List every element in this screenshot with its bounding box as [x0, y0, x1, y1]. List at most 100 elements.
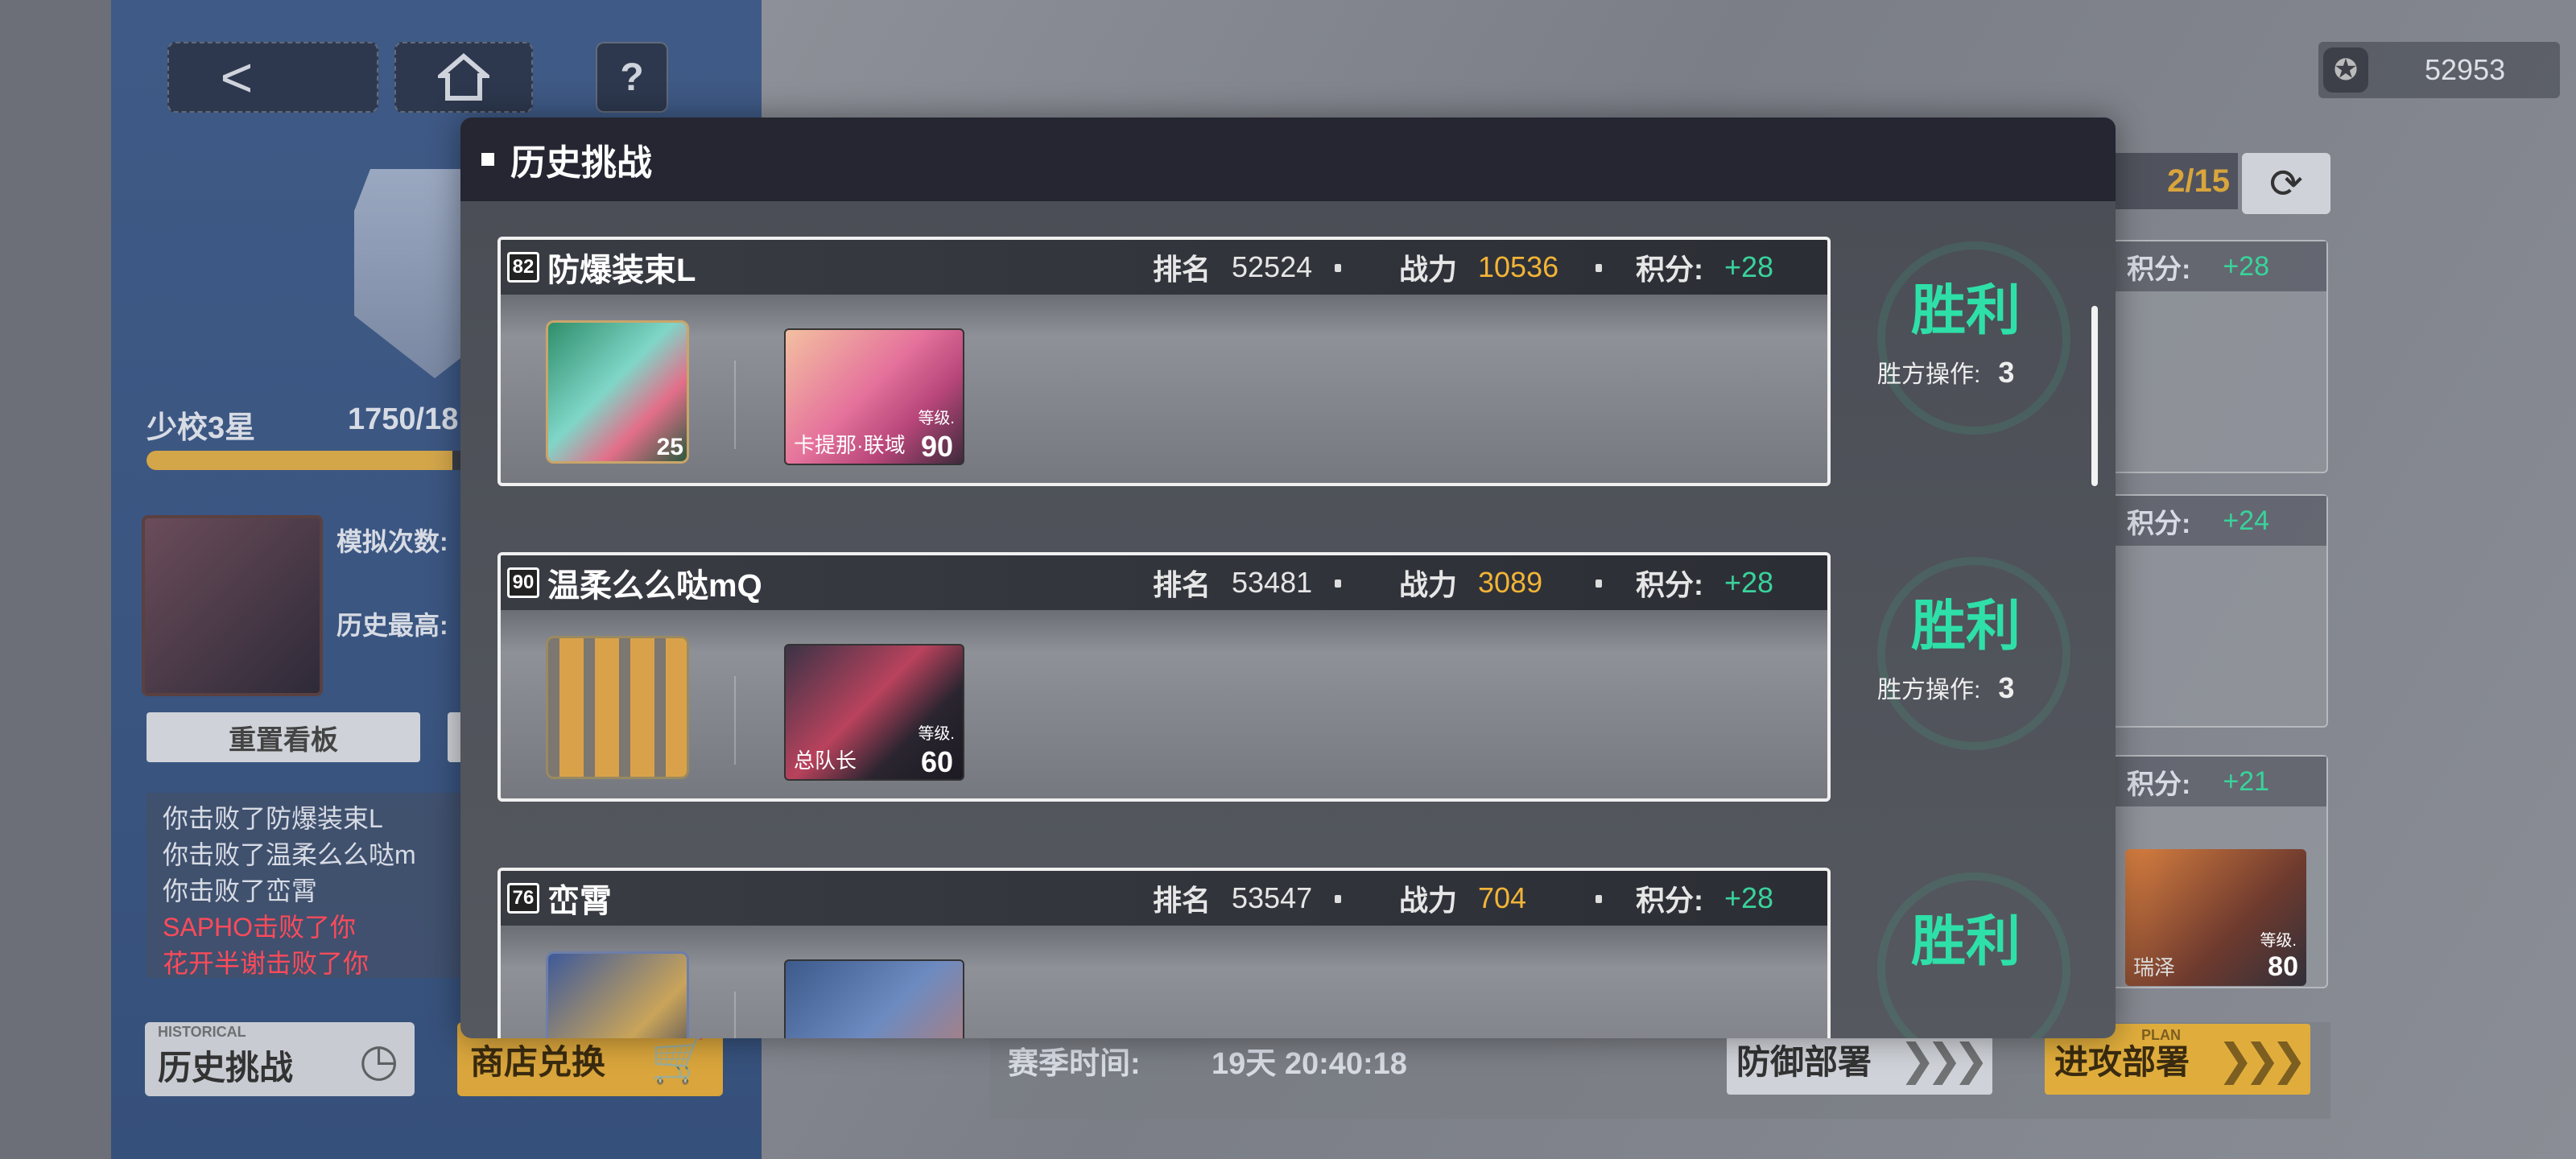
chevrons-icon: ❯❯❯: [1899, 1035, 1989, 1084]
refresh-button[interactable]: ⟳: [2242, 153, 2330, 214]
player-level: 82: [507, 252, 539, 283]
opponent-card[interactable]: 积分: +21 瑞泽 等级. 80: [2093, 755, 2328, 988]
result-panel: 胜利: [1845, 864, 2087, 1038]
log-line: 花开半谢击败了你: [163, 949, 369, 978]
character-name: 瑞泽: [2133, 955, 2176, 980]
player-level: 90: [507, 567, 539, 598]
points-value: +28: [1724, 250, 1774, 283]
character-name: 卡提那·联域: [794, 433, 906, 457]
avatar[interactable]: [142, 515, 323, 696]
cart-icon: 🛒: [650, 1034, 707, 1085]
rank-progress-fill: [147, 451, 452, 470]
record-card[interactable]: 82 防爆装束L 排名 52524 战力 10536 积分: +28 25 等级. 卡…: [497, 237, 1831, 486]
points-key: 积分:: [1636, 253, 1703, 286]
team-emblem: [546, 636, 689, 779]
winner-operations: 胜方操作: 3: [1877, 670, 2014, 705]
result-text: 胜利: [1910, 280, 2021, 341]
season-label: 赛季时间:: [1008, 1047, 1141, 1081]
rank-key: 排名: [1153, 568, 1212, 601]
log-line: 你击败了峦霄: [163, 876, 318, 905]
result-panel: 胜利 胜方操作: 3: [1845, 233, 2087, 475]
points-label: 积分:: [2127, 769, 2191, 800]
separator-dot: [1596, 264, 1602, 272]
result-text: 胜利: [1910, 596, 2021, 657]
team-emblem: 25: [546, 320, 689, 464]
points-value: +24: [2223, 505, 2270, 536]
shop-exchange-label: 商店兑换: [470, 1042, 606, 1081]
help-icon: ?: [620, 56, 644, 99]
challenge-counter-text: 2/15: [2167, 163, 2230, 199]
history-clock-icon: ◷: [359, 1034, 398, 1085]
player-level: 76: [507, 883, 539, 914]
history-best-label: 历史最高:: [336, 611, 448, 640]
history-challenge-modal: 历史挑战 82 防爆装束L 排名 52524 战力 10536 积分: +28 25 …: [460, 118, 2116, 1038]
refresh-icon: ⟳: [2269, 161, 2303, 206]
operations-label: 胜方操作:: [1877, 677, 1981, 703]
home-icon: [438, 53, 489, 101]
character-name: 总队长: [794, 749, 857, 773]
rank-label: 少校3星: [147, 411, 256, 445]
rank-progress-text: 1750/18: [348, 402, 459, 436]
record-card[interactable]: 76 峦霄 排名 53547 战力 704 积分: +28: [497, 868, 1831, 1038]
separator-dot: [1596, 580, 1602, 588]
divider: [734, 361, 736, 449]
power-value: 3089: [1478, 566, 1543, 599]
winner-operations: 胜方操作: 3: [1877, 354, 2014, 390]
history-challenge-label: 历史挑战: [158, 1048, 294, 1087]
battle-log: 你击败了防爆装束L 你击败了温柔么么哒m 你击败了峦霄 SAPHO击败了你 花开…: [147, 793, 460, 978]
record-card[interactable]: 90 温柔么么哒mQ 排名 53481 战力 3089 积分: +28 等级. 总队长…: [497, 552, 1831, 802]
player-name: 峦霄: [547, 884, 612, 919]
player-name: 防爆装束L: [547, 253, 696, 288]
chevrons-icon: ❯❯❯: [2217, 1035, 2307, 1084]
history-challenge-button[interactable]: HISTORICAL 历史挑战 ◷: [145, 1022, 415, 1096]
rank-value: 52524: [1232, 250, 1313, 283]
character-card: [784, 959, 964, 1038]
back-arrow-icon: <: [220, 46, 254, 109]
title-marker-icon: [481, 153, 494, 166]
rank-value: 53481: [1232, 566, 1313, 599]
reset-board-button[interactable]: 重置看板: [147, 712, 420, 762]
modal-header: 历史挑战: [460, 118, 2116, 201]
character-card: 等级. 总队长 60: [784, 644, 964, 781]
result-panel: 胜利 胜方操作: 3: [1845, 549, 2087, 790]
help-button[interactable]: ?: [596, 42, 668, 113]
level-label: 等级.: [918, 725, 955, 743]
operations-label: 胜方操作:: [1877, 361, 1981, 388]
scrollbar[interactable]: [2091, 306, 2098, 1030]
points-key: 积分:: [1636, 568, 1703, 601]
points-value: +21: [2223, 765, 2270, 797]
points-label: 积分:: [2127, 508, 2191, 539]
opponent-card[interactable]: 积分: +28: [2093, 240, 2328, 473]
character-level: 60: [920, 745, 953, 778]
power-key: 战力: [1399, 568, 1458, 601]
character-level: 80: [2268, 951, 2298, 982]
record-list[interactable]: 82 防爆装束L 排名 52524 战力 10536 积分: +28 25 等级. 卡…: [460, 201, 2116, 1038]
operations-value: 3: [1998, 356, 2015, 389]
player-name: 温柔么么哒mQ: [547, 568, 762, 604]
defense-deploy-label: 防御部署: [1736, 1042, 1872, 1081]
rank-key: 排名: [1153, 884, 1212, 917]
points-label: 积分:: [2127, 254, 2191, 285]
currency-display: ✪ 52953: [2318, 42, 2560, 98]
separator-dot: [1596, 895, 1602, 903]
season-time: 19天 20:40:18: [1212, 1047, 1407, 1081]
currency-value: 52953: [2425, 53, 2506, 86]
team-level: 25: [656, 434, 683, 460]
points-key: 积分:: [1636, 884, 1703, 917]
result-text: 胜利: [1910, 911, 2021, 972]
rank-progress-bar: [147, 451, 469, 470]
team-emblem: [546, 951, 689, 1038]
level-label: 等级.: [2260, 932, 2297, 950]
separator-dot: [1335, 264, 1341, 272]
back-button[interactable]: <: [167, 42, 378, 113]
points-value: +28: [1724, 566, 1774, 599]
points-value: +28: [2223, 250, 2270, 282]
modal-title: 历史挑战: [510, 143, 652, 183]
history-small-label: HISTORICAL: [158, 1024, 246, 1040]
opponent-character-thumb: 瑞泽 等级. 80: [2125, 849, 2306, 986]
home-button[interactable]: [394, 42, 533, 113]
scrollbar-thumb[interactable]: [2091, 306, 2098, 486]
power-value: 10536: [1478, 250, 1559, 283]
log-line: SAPHO击败了你: [163, 913, 357, 942]
opponent-card[interactable]: 积分: +24: [2093, 494, 2328, 728]
